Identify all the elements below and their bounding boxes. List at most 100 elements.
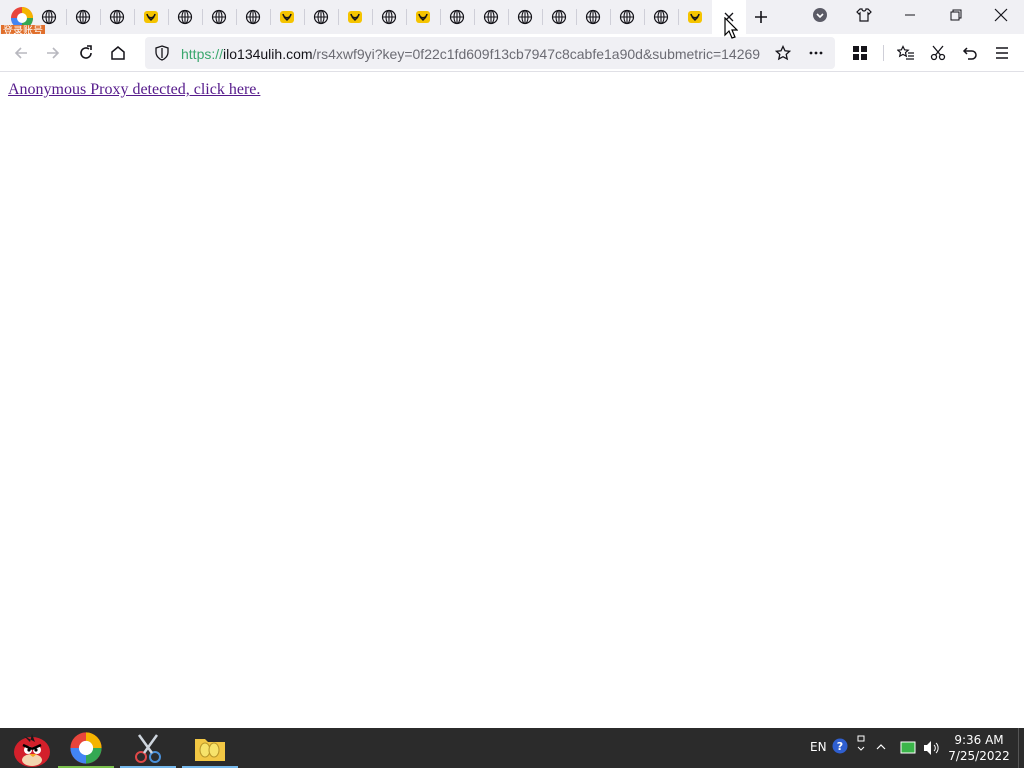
page-content: Anonymous Proxy detected, click here.: [0, 72, 1024, 728]
globe-icon: [585, 9, 601, 25]
browser-icon: [70, 732, 102, 764]
undo-icon: [962, 47, 977, 60]
tab-1[interactable]: [32, 0, 66, 34]
more-icon[interactable]: [808, 45, 824, 61]
star-icon[interactable]: [775, 45, 791, 61]
home-button[interactable]: [105, 41, 131, 65]
tab-20[interactable]: [678, 0, 712, 34]
tab-14[interactable]: [474, 0, 508, 34]
language-indicator[interactable]: EN: [810, 740, 827, 754]
navigation-toolbar: https://ilo134ulih.com/rs4xwf9yi?key=0f2…: [0, 34, 1024, 72]
home-icon: [111, 46, 125, 60]
help-icon[interactable]: ?: [832, 738, 848, 754]
minimize-button[interactable]: [887, 0, 933, 30]
angry-birds-icon: [14, 734, 50, 767]
tab-15[interactable]: [508, 0, 542, 34]
restore-button[interactable]: [933, 0, 979, 30]
taskbar-app-angry-birds[interactable]: [0, 728, 60, 768]
globe-icon: [313, 9, 329, 25]
network-icon[interactable]: [900, 740, 916, 756]
tab-8[interactable]: [270, 0, 304, 34]
tab-separator: [100, 9, 101, 25]
taskbar-clock[interactable]: 9:36 AM 7/25/2022: [946, 732, 1012, 764]
chevron-up-icon[interactable]: [876, 742, 886, 752]
taskbar-app-folder[interactable]: [180, 728, 240, 768]
globe-icon: [381, 9, 397, 25]
tab-16[interactable]: [542, 0, 576, 34]
tab-separator: [270, 9, 271, 25]
shield-icon[interactable]: [154, 45, 170, 61]
tab-19[interactable]: [644, 0, 678, 34]
arrow-left-icon: [14, 47, 27, 59]
clock-time: 9:36 AM: [954, 733, 1004, 747]
menu-button[interactable]: [989, 41, 1015, 65]
tab-separator: [202, 9, 203, 25]
scissors-icon: [930, 45, 946, 61]
tab-10[interactable]: [338, 0, 372, 34]
close-window-button[interactable]: [978, 0, 1024, 30]
tab-separator: [134, 9, 135, 25]
tab-12[interactable]: [406, 0, 440, 34]
volume-icon[interactable]: [923, 740, 941, 756]
arrow-right-icon: [47, 47, 60, 59]
apps-grid-button[interactable]: [847, 41, 873, 65]
tab-17[interactable]: [576, 0, 610, 34]
tab-5[interactable]: [168, 0, 202, 34]
plus-icon: [755, 11, 767, 23]
globe-icon: [211, 9, 227, 25]
tab-separator: [644, 9, 645, 25]
new-tab-button[interactable]: [748, 5, 774, 29]
tab-separator: [440, 9, 441, 25]
input-mode-icon[interactable]: [855, 735, 867, 755]
grid-icon: [853, 46, 867, 60]
tab-13[interactable]: [440, 0, 474, 34]
taskbar-app-scissors[interactable]: [118, 728, 178, 768]
globe-icon: [619, 9, 635, 25]
tab-11[interactable]: [372, 0, 406, 34]
tab-separator: [678, 9, 679, 25]
pocket-icon: [813, 8, 827, 22]
taskbar: EN ? 9:36 AM 7/25/2022: [0, 728, 1024, 768]
bag-icon: [688, 11, 702, 23]
folder-icon: [195, 739, 225, 761]
favorites-button[interactable]: [893, 41, 919, 65]
url-path: /rs4xwf9yi?key=0f22c1fd609f13cb7947c8cab…: [312, 46, 761, 62]
shirt-icon: [856, 8, 872, 22]
tab-separator: [372, 9, 373, 25]
tab-separator: [508, 9, 509, 25]
tab-3[interactable]: [100, 0, 134, 34]
toolbar-divider: [883, 45, 884, 61]
tab-6[interactable]: [202, 0, 236, 34]
tab-2[interactable]: [66, 0, 100, 34]
tab-separator: [304, 9, 305, 25]
tab-7[interactable]: [236, 0, 270, 34]
extensions-button[interactable]: [841, 0, 887, 30]
globe-icon: [109, 9, 125, 25]
globe-icon: [653, 9, 669, 25]
tab-separator: [66, 9, 67, 25]
back-button[interactable]: [8, 41, 34, 65]
globe-icon: [517, 9, 533, 25]
url-text[interactable]: https://ilo134ulih.com/rs4xwf9yi?key=0f2…: [181, 45, 767, 63]
screenshot-button[interactable]: [925, 41, 951, 65]
pocket-button[interactable]: [797, 0, 843, 30]
taskbar-app-browser[interactable]: [56, 728, 116, 768]
undo-close-tab-button[interactable]: [957, 41, 983, 65]
address-bar[interactable]: https://ilo134ulih.com/rs4xwf9yi?key=0f2…: [145, 37, 835, 69]
bag-icon: [348, 11, 362, 23]
tab-separator: [474, 9, 475, 25]
globe-icon: [75, 9, 91, 25]
tab-separator: [168, 9, 169, 25]
anonymous-proxy-link[interactable]: Anonymous Proxy detected, click here.: [8, 81, 260, 99]
tab-strip: 登录账号: [0, 0, 1024, 38]
mouse-cursor-icon: [724, 17, 738, 39]
reload-button[interactable]: [73, 41, 99, 65]
tab-separator: [236, 9, 237, 25]
tab-4[interactable]: [134, 0, 168, 34]
tab-9[interactable]: [304, 0, 338, 34]
show-desktop-button[interactable]: [1018, 728, 1019, 768]
tab-18[interactable]: [610, 0, 644, 34]
globe-icon: [177, 9, 193, 25]
svg-text:?: ?: [837, 740, 843, 753]
forward-button[interactable]: [40, 41, 66, 65]
